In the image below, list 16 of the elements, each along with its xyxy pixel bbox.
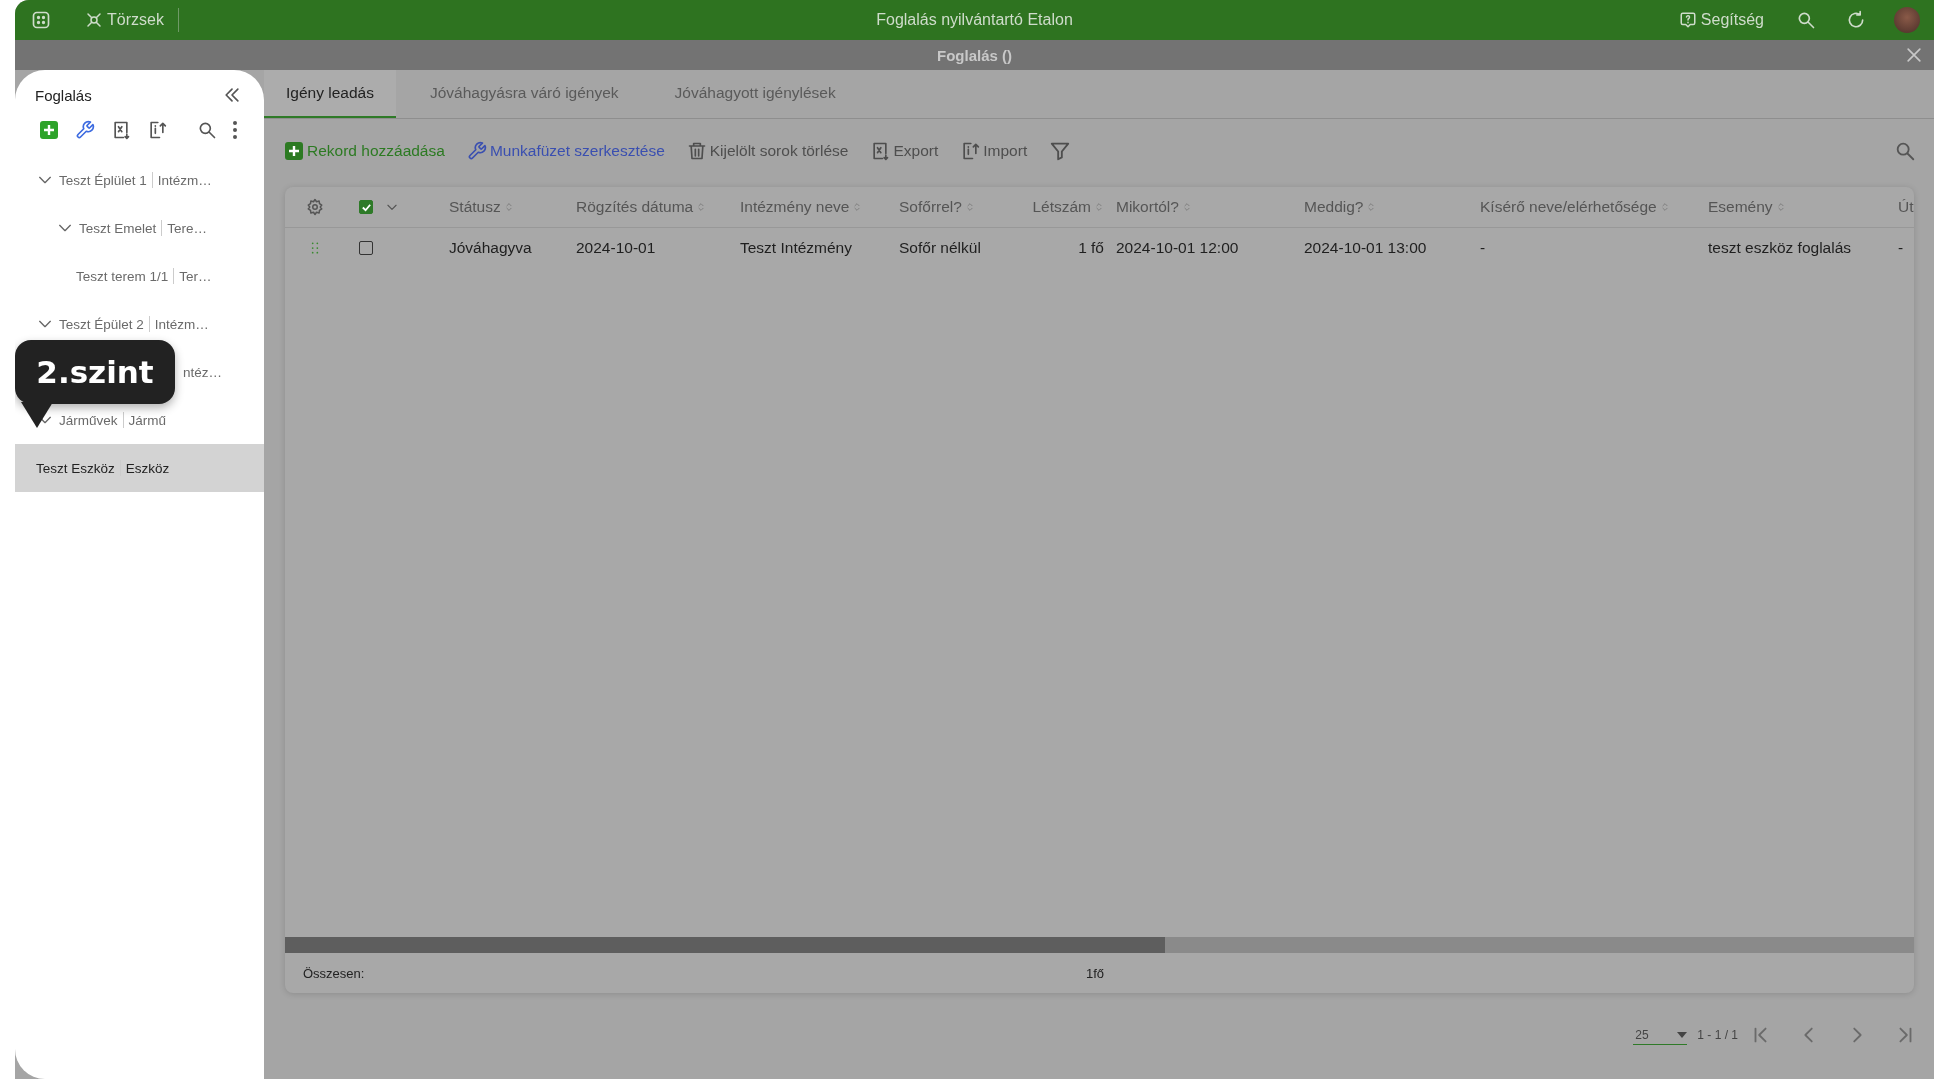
table-cell: Sofőr nélkül [899,239,981,256]
window-title: Foglalás () [937,46,1012,64]
table-cell: Jóváhagyva [449,239,532,256]
table-cell: 2024-10-01 13:00 [1304,239,1427,256]
table-cell: - [1480,239,1486,256]
sidebar-title: Foglalás [35,86,92,104]
page-range: 1 - 1 / 1 [1697,1028,1738,1042]
summary-value: 1fő [1085,965,1104,981]
table-cell: teszt eszköz foglalás [1708,239,1851,256]
table-cell: 2024-10-01 12:00 [1116,239,1239,256]
table-cell: Teszt Intézmény [740,239,852,256]
summary-label: Összesen: [303,965,365,981]
app-title: Foglalás nyilvántartó Etalon [876,11,1073,28]
table-cell: 1 fő [1078,239,1104,256]
table-cell: 2024-10-01 [576,239,656,256]
table-cell: - [1898,239,1904,256]
